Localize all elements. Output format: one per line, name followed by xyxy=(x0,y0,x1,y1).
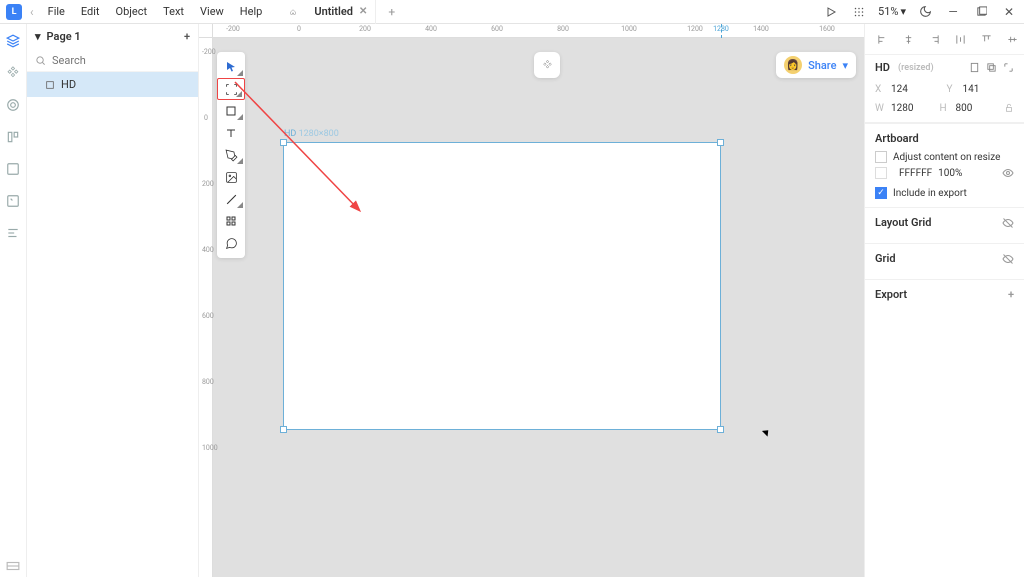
tab-close-icon[interactable]: ✕ xyxy=(359,6,367,17)
fill-opacity[interactable]: 100% xyxy=(938,168,962,179)
h-label: H xyxy=(940,103,952,114)
tools-toolbar xyxy=(217,52,245,258)
component-tool[interactable] xyxy=(217,210,245,232)
menu-file[interactable]: File xyxy=(42,3,71,20)
share-label: Share xyxy=(808,59,836,72)
inspector-panel: HD (resized) X 124 Y 141 W 1280 H 800 Artboa… xyxy=(864,24,1024,577)
menu-view[interactable]: View xyxy=(194,3,230,20)
artboard-icon xyxy=(45,80,55,90)
y-value[interactable]: 141 xyxy=(963,84,980,95)
layer-label: HD xyxy=(61,78,76,91)
menu-edit[interactable]: Edit xyxy=(75,3,106,20)
tab-title: Untitled xyxy=(314,5,353,18)
doc-icon[interactable] xyxy=(969,62,980,73)
fill-hex[interactable]: FFFFFF xyxy=(899,168,932,179)
grid-dots-icon[interactable] xyxy=(850,3,868,21)
include-export-label: Include in export xyxy=(893,188,967,199)
text-tool[interactable] xyxy=(217,122,245,144)
align-right-icon[interactable] xyxy=(925,30,943,48)
select-tool[interactable] xyxy=(217,56,245,78)
avatar: 👩 xyxy=(784,56,802,74)
expand-icon[interactable] xyxy=(1003,62,1014,73)
grid-title: Grid xyxy=(875,252,896,265)
layers-panel: ▾ Page 1 + ✕ HD xyxy=(27,24,199,577)
selection-name: HD xyxy=(875,61,890,74)
image-tool[interactable] xyxy=(217,166,245,188)
zoom-dropdown[interactable]: 51%▾ xyxy=(878,5,906,18)
rail-layers-icon[interactable] xyxy=(4,32,22,50)
ruler-horizontal: -200 0 200 400 600 800 1000 1200 1400 16… xyxy=(213,24,864,38)
chevron-down-icon: ▾ xyxy=(842,59,848,72)
play-icon[interactable] xyxy=(822,3,840,21)
app-logo[interactable]: L xyxy=(6,4,22,20)
tab-document[interactable]: Untitled ✕ xyxy=(306,0,376,24)
ruler-vertical: -200 0 200 400 600 800 1000 xyxy=(199,38,213,577)
ruler-corner xyxy=(199,24,213,38)
chevron-down-icon: ▾ xyxy=(900,5,906,18)
add-page-icon[interactable]: + xyxy=(184,30,190,43)
close-icon[interactable]: ✕ xyxy=(1000,3,1018,21)
y-label: Y xyxy=(947,84,959,95)
bottom-collapse-icon[interactable] xyxy=(6,561,20,571)
adjust-content-checkbox[interactable] xyxy=(875,151,887,163)
lock-aspect-icon[interactable] xyxy=(1004,103,1014,114)
rail-tool-a-icon[interactable] xyxy=(4,128,22,146)
layout-grid-visibility-icon[interactable] xyxy=(1002,217,1014,229)
floating-align-tool[interactable] xyxy=(534,52,560,78)
artboard[interactable]: HD 1280×800 xyxy=(283,142,721,430)
tab-add-icon[interactable]: + xyxy=(380,5,403,19)
pen-tool[interactable] xyxy=(217,144,245,166)
align-left-icon[interactable] xyxy=(873,30,891,48)
menu-help[interactable]: Help xyxy=(234,3,269,20)
grid-visibility-icon[interactable] xyxy=(1002,253,1014,265)
fill-visibility-icon[interactable] xyxy=(1002,167,1014,179)
layer-item[interactable]: HD xyxy=(27,72,198,97)
align-center-v-icon[interactable] xyxy=(1003,30,1021,48)
share-widget[interactable]: 👩 Share ▾ xyxy=(776,52,856,78)
align-top-icon[interactable] xyxy=(977,30,995,48)
rectangle-tool[interactable] xyxy=(217,100,245,122)
chevron-down-icon: ▾ xyxy=(35,30,41,43)
h-value[interactable]: 800 xyxy=(956,103,973,114)
rail-styles-icon[interactable] xyxy=(4,96,22,114)
rail-components-icon[interactable] xyxy=(4,64,22,82)
x-label: X xyxy=(875,84,887,95)
page-label: Page 1 xyxy=(47,30,81,43)
page-row[interactable]: ▾ Page 1 + xyxy=(27,24,198,49)
adjust-content-label: Adjust content on resize xyxy=(893,152,1000,163)
rail-tool-d-icon[interactable] xyxy=(4,224,22,242)
artboard-tool[interactable] xyxy=(217,78,245,100)
copy-icon[interactable] xyxy=(986,62,997,73)
theme-icon[interactable] xyxy=(916,3,934,21)
export-title: Export xyxy=(875,288,907,301)
search-icon xyxy=(35,55,46,66)
add-export-icon[interactable]: + xyxy=(1008,288,1014,301)
artboard-section-title: Artboard xyxy=(875,132,1014,145)
cursor-icon xyxy=(762,427,771,436)
menu-text[interactable]: Text xyxy=(157,3,190,20)
fill-swatch[interactable] xyxy=(875,167,887,179)
comment-tool[interactable] xyxy=(217,232,245,254)
left-rail xyxy=(0,24,27,577)
distribute-h-icon[interactable] xyxy=(951,30,969,48)
w-value[interactable]: 1280 xyxy=(891,103,913,114)
x-value[interactable]: 124 xyxy=(891,84,908,95)
minimize-icon[interactable]: — xyxy=(944,3,962,21)
zoom-value: 51% xyxy=(878,5,898,18)
include-export-checkbox[interactable]: ✓ xyxy=(875,187,887,199)
rail-tool-b-icon[interactable] xyxy=(4,160,22,178)
line-tool[interactable] xyxy=(217,188,245,210)
resized-label: (resized) xyxy=(898,63,934,73)
rail-tool-c-icon[interactable] xyxy=(4,192,22,210)
layout-grid-title: Layout Grid xyxy=(875,216,931,229)
artboard-label: HD 1280×800 xyxy=(284,129,339,139)
menu-object[interactable]: Object xyxy=(110,3,154,20)
nav-back[interactable]: ‹ xyxy=(26,5,38,19)
align-center-h-icon[interactable] xyxy=(899,30,917,48)
w-label: W xyxy=(875,103,887,114)
maximize-icon[interactable] xyxy=(972,3,990,21)
search-input[interactable] xyxy=(52,54,192,67)
canvas[interactable]: -200 0 200 400 600 800 1000 1200 1400 16… xyxy=(199,24,864,577)
home-icon[interactable] xyxy=(284,3,302,21)
